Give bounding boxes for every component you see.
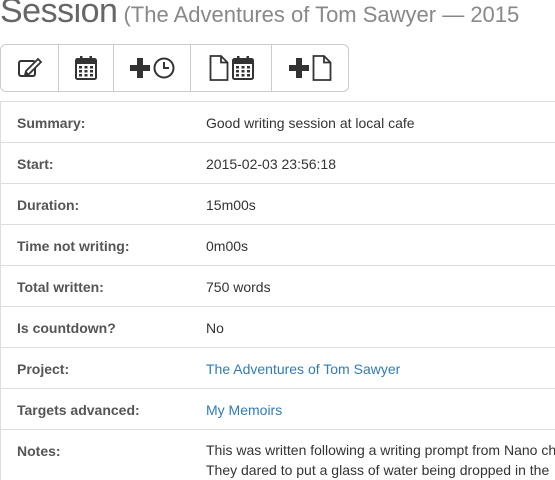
total-written-label: Total written: — [17, 279, 104, 295]
clock-icon — [153, 57, 174, 79]
total-written-value: 750 words — [206, 279, 271, 295]
start-row: Start: 2015-02-03 23:56:18 — [1, 143, 555, 184]
time-not-writing-value: 0m00s — [206, 238, 249, 254]
start-value: 2015-02-03 23:56:18 — [206, 156, 336, 172]
session-toolbar — [0, 44, 349, 92]
page-title: Session (The Adventures of Tom Sawyer — 2… — [0, 0, 519, 28]
is-countdown-value: No — [206, 320, 224, 336]
summary-label: Summary: — [17, 115, 86, 131]
start-label: Start: — [17, 156, 54, 172]
total-written-row: Total written: 750 words — [1, 266, 555, 307]
page-title-subtitle: (The Adventures of Tom Sawyer — 2015 — [123, 2, 520, 27]
calendar-icon — [75, 56, 97, 80]
targets-advanced-row: Targets advanced: My Memoirs — [1, 389, 555, 430]
time-not-writing-label: Time not writing: — [17, 238, 130, 254]
project-link[interactable]: The Adventures of Tom Sawyer — [206, 361, 400, 377]
duration-row: Duration: 15m00s — [1, 184, 555, 225]
summary-row: Summary: Good writing session at local c… — [1, 102, 555, 143]
calendar-button[interactable] — [59, 45, 114, 91]
document-icon — [209, 55, 228, 81]
document-calendar-button[interactable] — [191, 45, 272, 91]
edit-icon — [17, 57, 42, 77]
time-not-writing-row: Time not writing: 0m00s — [1, 225, 555, 266]
notes-row: Notes: This was written following a writ… — [1, 430, 555, 480]
project-label: Project: — [17, 361, 70, 377]
targets-advanced-label: Targets advanced: — [17, 402, 140, 418]
is-countdown-row: Is countdown? No — [1, 307, 555, 348]
session-page: Session (The Adventures of Tom Sawyer — 2… — [0, 0, 555, 480]
edit-button[interactable] — [1, 45, 59, 91]
session-details-table: Summary: Good writing session at local c… — [0, 101, 555, 480]
duration-value: 15m00s — [206, 197, 256, 213]
is-countdown-label: Is countdown? — [17, 320, 116, 336]
duration-label: Duration: — [17, 197, 80, 213]
target-link[interactable]: My Memoirs — [206, 402, 282, 418]
notes-line: They dared to put a glass of water being… — [206, 462, 550, 478]
document-icon — [312, 55, 331, 81]
plus-icon — [129, 58, 150, 78]
notes-label: Notes: — [17, 443, 61, 459]
add-timer-button[interactable] — [114, 45, 191, 91]
notes-value: This was written following a writing pro… — [206, 440, 555, 480]
plus-icon — [288, 58, 309, 78]
page-title-main: Session — [0, 0, 118, 30]
summary-value: Good writing session at local cafe — [206, 115, 415, 131]
project-row: Project: The Adventures of Tom Sawyer — [1, 348, 555, 389]
calendar-icon — [231, 56, 254, 80]
add-document-button[interactable] — [272, 45, 348, 91]
notes-line: This was written following a writing pro… — [206, 442, 555, 458]
